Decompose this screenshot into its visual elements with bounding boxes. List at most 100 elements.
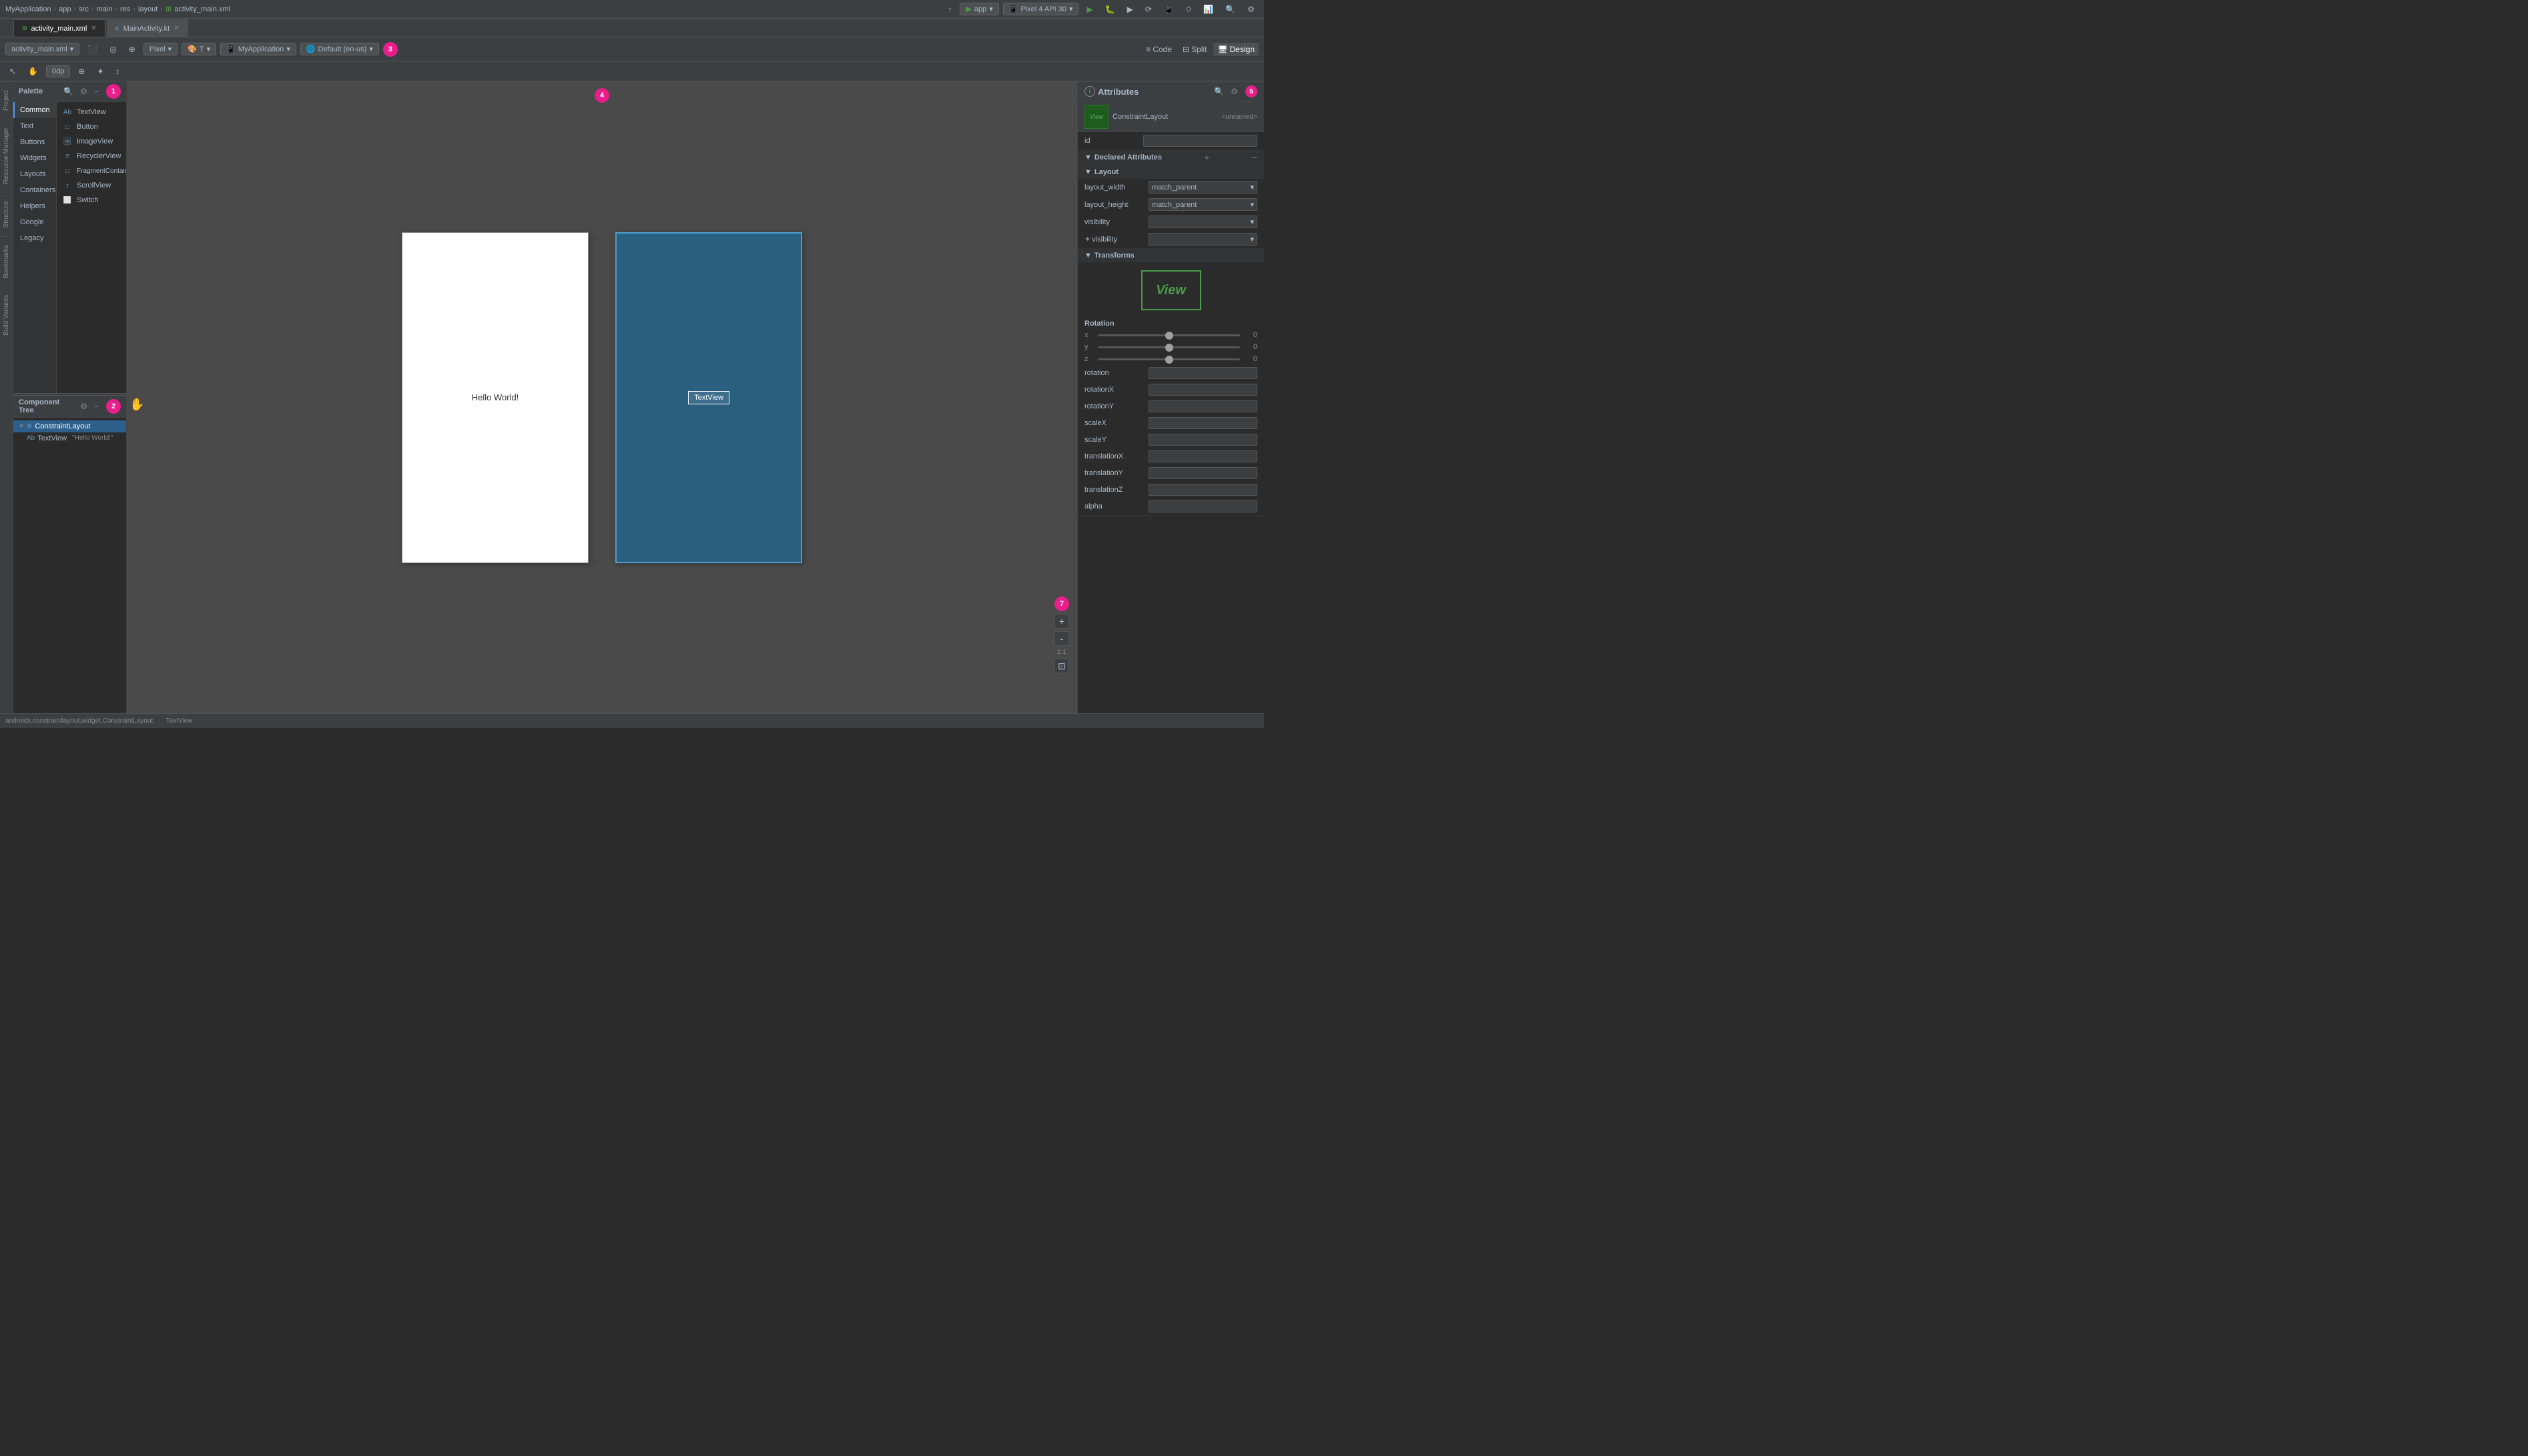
breadcrumb-app[interactable]: app [59, 5, 71, 13]
cat-common[interactable]: Common [13, 102, 56, 118]
layout-width-dropdown[interactable]: match_parent ▾ [1149, 181, 1257, 194]
align-button[interactable]: ↕ [112, 65, 124, 78]
app-dropdown[interactable]: 📱 MyApplication ▾ [220, 43, 296, 55]
x-slider-track[interactable] [1098, 334, 1240, 336]
pan-button[interactable]: ✋ [24, 65, 42, 78]
fit-screen-button[interactable]: ⊡ [1054, 659, 1069, 673]
declared-attr-remove-button[interactable]: − [1252, 153, 1257, 162]
layout-section-header[interactable]: ▼ Layout [1078, 165, 1264, 179]
breadcrumb-main[interactable]: main [97, 5, 113, 13]
cat-layouts[interactable]: Layouts [13, 166, 56, 182]
transforms-section-header[interactable]: ▼ Transforms [1078, 249, 1264, 262]
cat-buttons[interactable]: Buttons [13, 134, 56, 150]
attributes-info-button[interactable]: i [1084, 86, 1095, 97]
margin-dropdown[interactable]: 0dp [46, 65, 70, 77]
rotationy-input[interactable] [1149, 400, 1257, 412]
design-view-button[interactable]: 🖥 Design [1213, 43, 1259, 56]
split-view-button[interactable]: ⊟ Split [1179, 43, 1211, 56]
pixel-dropdown[interactable]: Pixel ▾ [143, 43, 178, 55]
tree-minimize-button[interactable]: − [92, 401, 101, 412]
visibility-dropdown[interactable]: ▾ [1149, 216, 1257, 228]
breadcrumb-src[interactable]: src [79, 5, 89, 13]
zoom-button[interactable]: ⊕ [125, 43, 139, 56]
sync-button[interactable]: ⟳ [1141, 3, 1156, 16]
run-button[interactable]: ▶ [1082, 3, 1096, 16]
tab-close-main-activity[interactable]: ✕ [174, 25, 179, 32]
settings-button[interactable]: ⚙ [1243, 3, 1259, 16]
breadcrumb-res[interactable]: res [120, 5, 130, 13]
tab-activity-main[interactable]: ⊞ activity_main.xml ✕ [13, 19, 105, 37]
constraint-button[interactable]: ⊕ [74, 65, 89, 78]
tab-main-activity[interactable]: K MainActivity.kt ✕ [107, 19, 188, 37]
search-button-top[interactable]: 🔍 [1221, 3, 1239, 16]
zoom-out-button[interactable]: - [1054, 631, 1069, 646]
y-slider-track[interactable] [1098, 346, 1240, 348]
locale-dropdown[interactable]: 🌐 Default (en-us) ▾ [300, 43, 379, 55]
translationy-input[interactable] [1149, 467, 1257, 479]
tree-settings-button[interactable]: ⚙ [78, 401, 89, 412]
mask-button[interactable]: ◎ [105, 43, 120, 56]
blueprint-textview[interactable]: TextView [688, 391, 729, 404]
cat-containers[interactable]: Containers [13, 182, 56, 198]
sdk-button[interactable]: ⬦ [1182, 2, 1195, 16]
project-tab[interactable]: Project [0, 81, 13, 119]
palette-fragmentcontainerview[interactable]: □ FragmentContainerView [57, 163, 126, 178]
rotation-input[interactable] [1149, 367, 1257, 379]
palette-switch[interactable]: ⬜ Switch [57, 193, 126, 208]
declared-attributes-header[interactable]: ▼ Declared Attributes + − [1078, 150, 1264, 165]
tab-close-activity-main[interactable]: ✕ [91, 25, 96, 32]
palette-search-button[interactable]: 🔍 [61, 86, 75, 97]
palette-imageview[interactable]: 🖼 ImageView [57, 134, 126, 149]
orient-button[interactable]: ⬛ [83, 43, 101, 56]
profiler-button[interactable]: 📊 [1199, 3, 1217, 16]
translationx-input[interactable] [1149, 450, 1257, 462]
translationz-input[interactable] [1149, 484, 1257, 496]
cat-text[interactable]: Text [13, 118, 56, 134]
layout-height-dropdown[interactable]: match_parent ▾ [1149, 198, 1257, 211]
palette-recyclerview[interactable]: ≡ RecyclerView [57, 149, 126, 163]
cat-legacy[interactable]: Legacy [13, 230, 56, 246]
build-variants-tab[interactable]: Build Variants [0, 286, 13, 344]
z-slider-thumb[interactable] [1165, 356, 1173, 364]
palette-textview[interactable]: Ab TextView [57, 105, 126, 119]
tree-content: ▼ ⊕ ConstraintLayout Ab TextView "Hello … [13, 418, 126, 714]
scalex-input[interactable] [1149, 417, 1257, 429]
breadcrumb-layout[interactable]: layout [138, 5, 157, 13]
scaley-input[interactable] [1149, 434, 1257, 446]
attr-settings-button[interactable]: ⚙ [1229, 86, 1240, 97]
cat-google[interactable]: Google [13, 214, 56, 230]
resource-manager-tab[interactable]: Resource Manager [0, 119, 13, 192]
alpha-input[interactable] [1149, 500, 1257, 512]
attr-search-button[interactable]: 🔍 [1212, 86, 1226, 97]
code-view-button[interactable]: ≡ Code [1142, 43, 1176, 56]
run-config-dropdown[interactable]: ▶ app ▾ [960, 3, 998, 15]
rotationx-input[interactable] [1149, 384, 1257, 396]
debug-button[interactable]: 🐛 [1101, 3, 1119, 16]
bookmarks-tab[interactable]: Bookmarks [0, 236, 13, 286]
coverage-button[interactable]: ▶ [1123, 3, 1137, 16]
palette-minimize-button[interactable]: − [92, 86, 101, 97]
y-slider-thumb[interactable] [1165, 344, 1173, 352]
device-dropdown[interactable]: 📱 Pixel 4 API 30 ▾ [1003, 3, 1079, 15]
x-slider-thumb[interactable] [1165, 332, 1173, 340]
cat-widgets[interactable]: Widgets [13, 150, 56, 166]
avd-button[interactable]: 📱 [1160, 3, 1178, 16]
tree-item-constraintlayout[interactable]: ▼ ⊕ ConstraintLayout [13, 420, 126, 432]
id-input[interactable] [1143, 135, 1257, 147]
cat-helpers[interactable]: Helpers [13, 198, 56, 214]
t-dropdown[interactable]: 🎨 T ▾ [182, 43, 216, 55]
structure-tab[interactable]: Structure [0, 192, 13, 236]
palette-scrollview[interactable]: ↕ ScrollView [57, 178, 126, 193]
select-button[interactable]: ↖ [5, 65, 20, 78]
file-name-dropdown[interactable]: activity_main.xml ▾ [5, 43, 79, 55]
zoom-in-button[interactable]: + [1054, 614, 1069, 629]
palette-settings-button[interactable]: ⚙ [78, 86, 89, 97]
vcs-button[interactable]: ↑ [944, 3, 956, 16]
palette-button[interactable]: □ Button [57, 119, 126, 134]
z-slider-track[interactable] [1098, 358, 1240, 360]
breadcrumb-myapplication[interactable]: MyApplication [5, 5, 51, 13]
declared-attr-add-button[interactable]: + [1204, 153, 1209, 162]
magic-button[interactable]: ✦ [93, 65, 107, 78]
tree-item-textview[interactable]: Ab TextView "Hello World!" [13, 432, 126, 444]
visibility2-dropdown[interactable]: ▾ [1149, 233, 1257, 246]
